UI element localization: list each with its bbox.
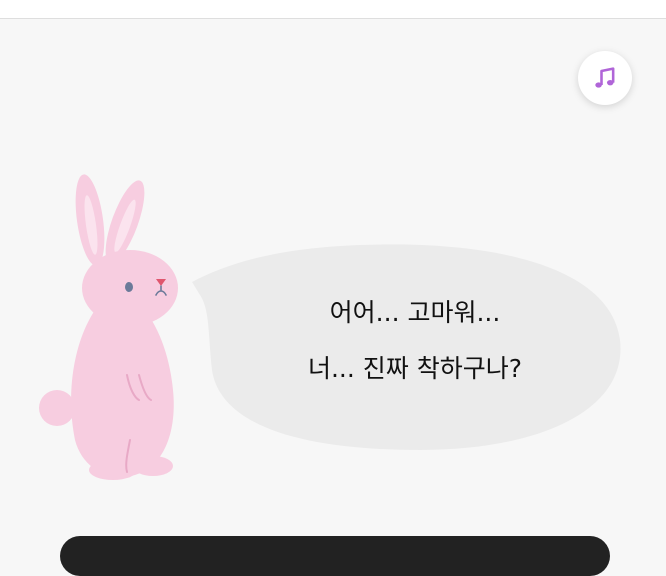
rabbit-eye — [125, 282, 133, 292]
dialogue-text: 어어... 고마워... 너... 진짜 착하구나? — [240, 285, 590, 397]
rabbit-body — [71, 305, 174, 477]
rabbit-character — [39, 174, 178, 480]
rabbit-tail — [39, 390, 75, 426]
dialogue-line-1: 어어... 고마워... — [329, 298, 501, 327]
music-toggle-button[interactable] — [578, 51, 632, 105]
music-note-icon — [595, 67, 615, 88]
rabbit-foot-back — [89, 460, 137, 480]
bottom-action-bar[interactable] — [60, 536, 610, 576]
top-bar — [0, 0, 666, 19]
dialogue-line-2: 너... 진짜 착하구나? — [307, 354, 522, 383]
rabbit-foot-front — [133, 456, 173, 476]
